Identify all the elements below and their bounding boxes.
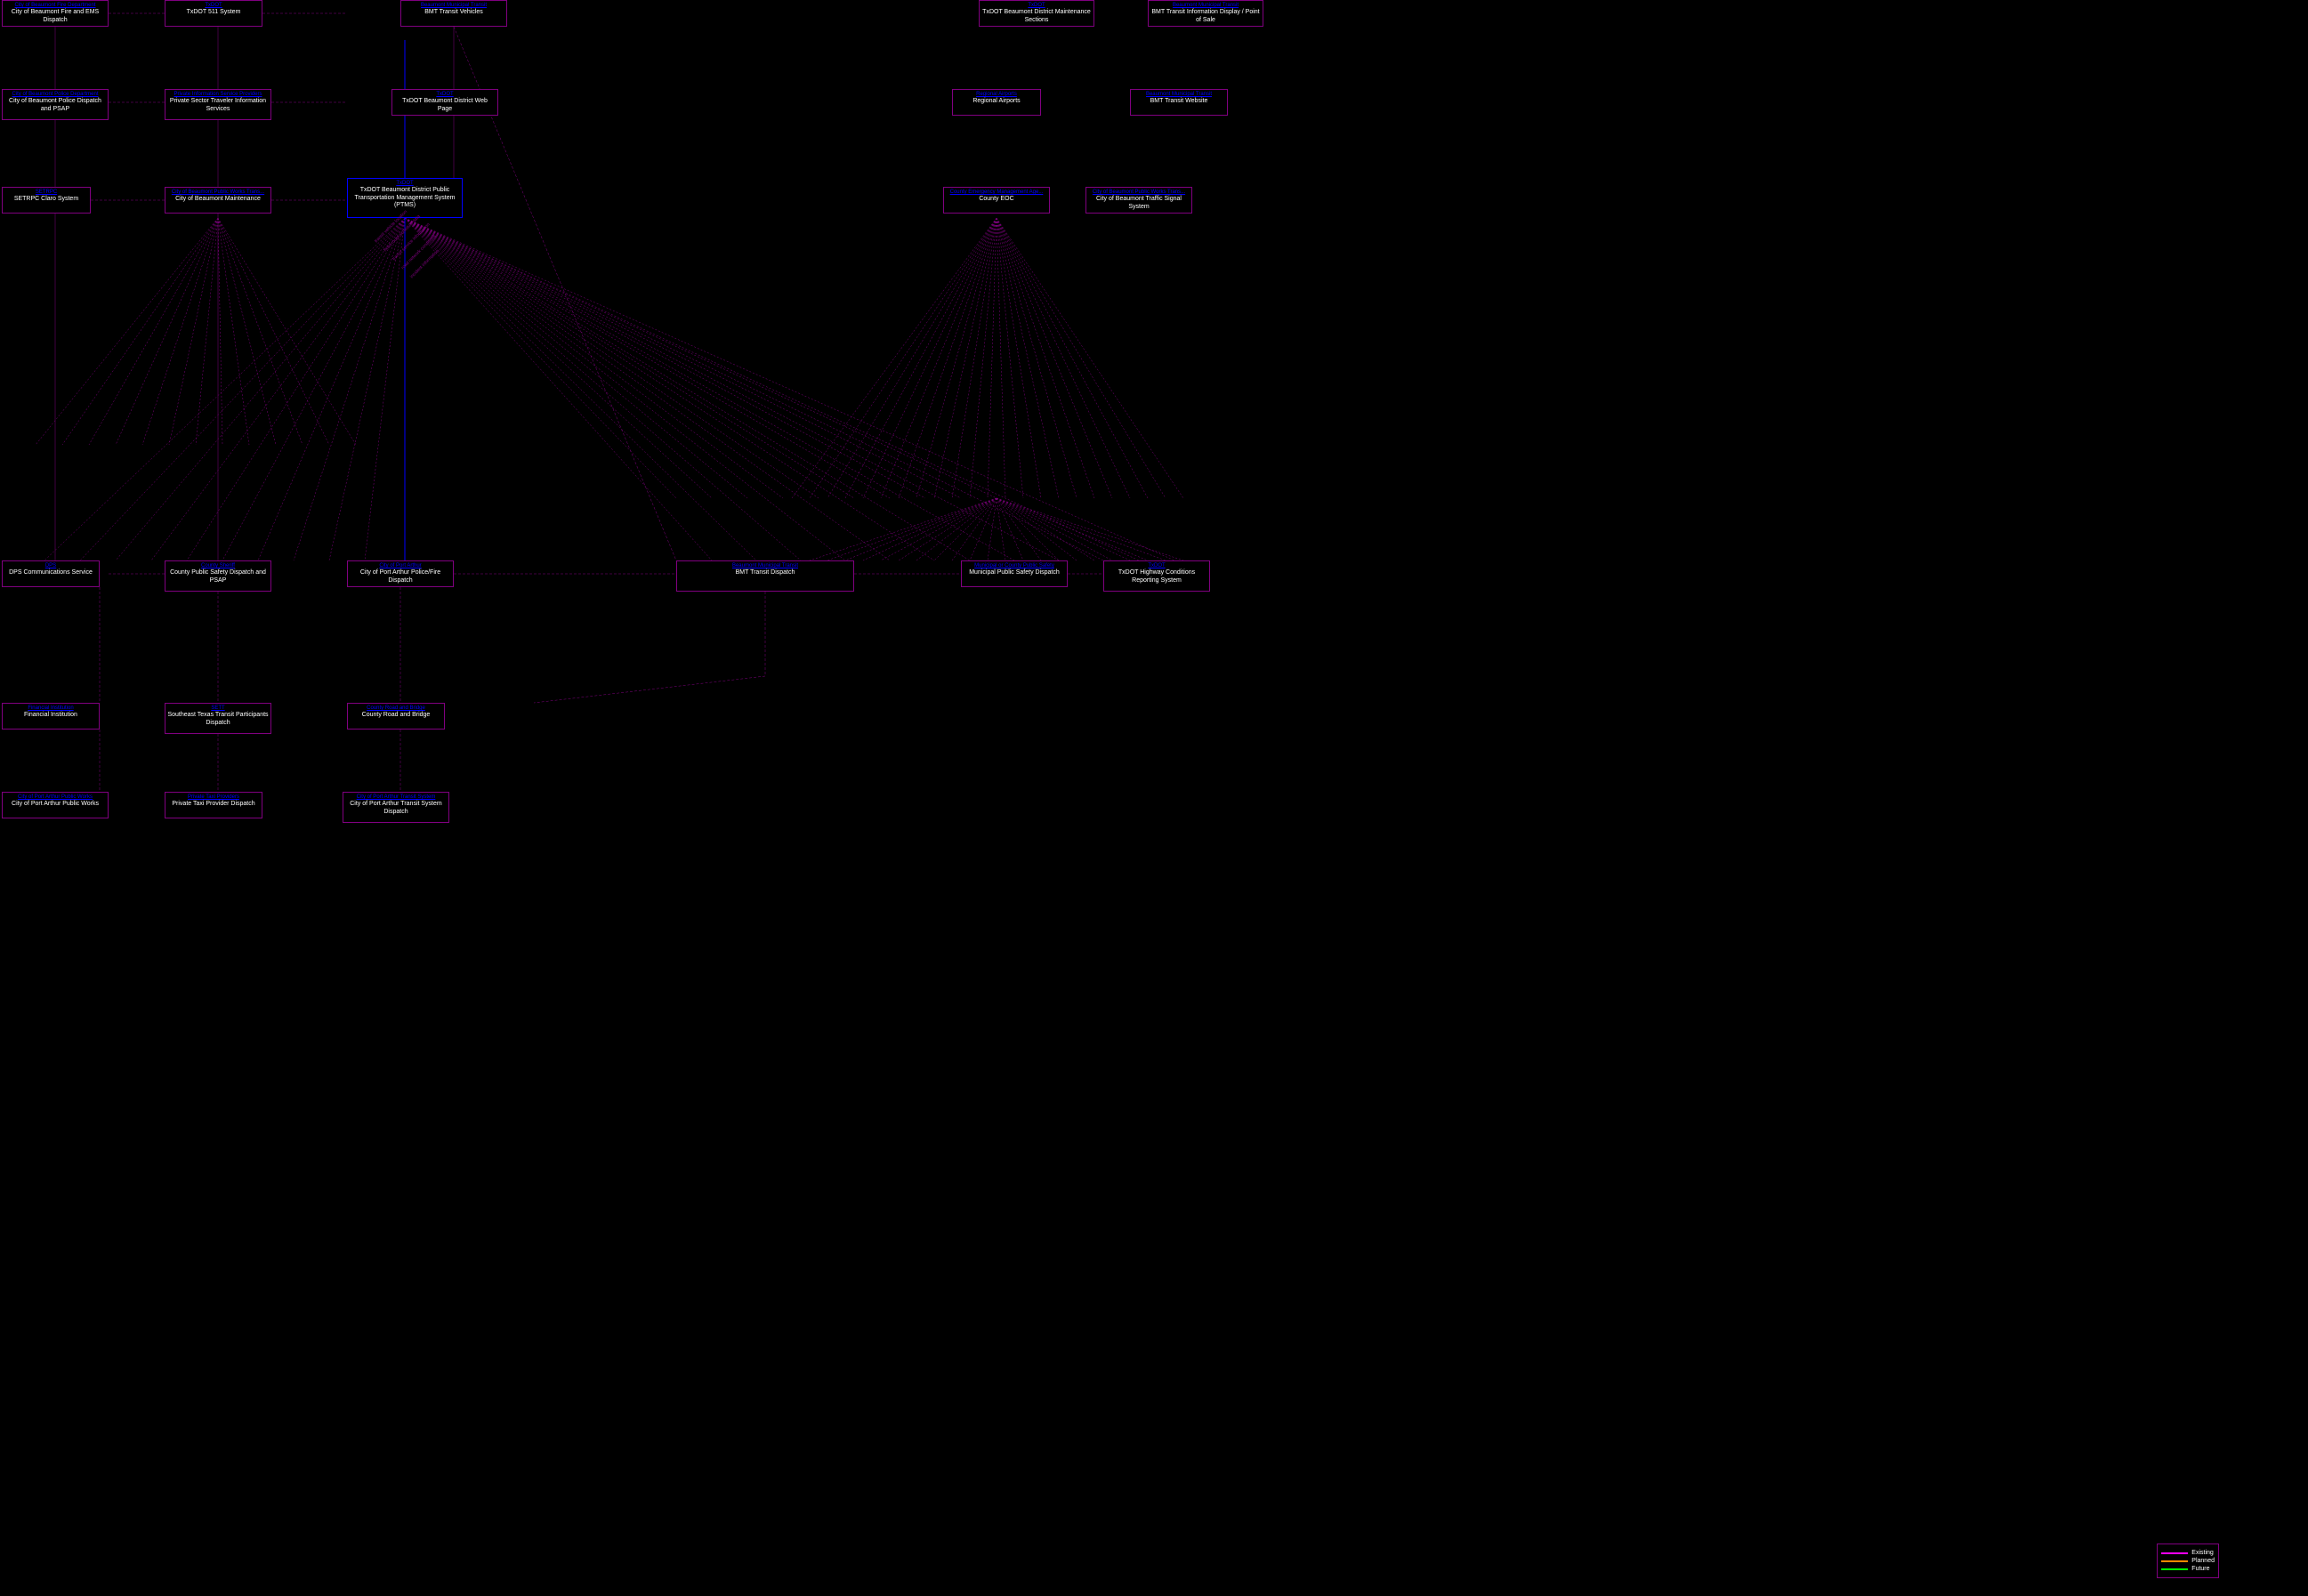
node-pa-dispatch: City of Port Arthur City of Port Arthur … — [347, 560, 454, 587]
node-setrpc: SETRPC SETRPC Claro System — [2, 187, 91, 214]
legend: Existing Planned Future — [2157, 1544, 2219, 1578]
org-label-dps[interactable]: DPS — [4, 563, 97, 569]
legend-item-future: Future — [2161, 1566, 2215, 1572]
node-beaumont-maint: City of Beaumont Public Works Trans... C… — [165, 187, 271, 214]
sys-label-txdot-m: TxDOT Beaumont District Maintenance Sect… — [981, 9, 1092, 24]
node-county-eoc: County Emergency Management Age... Count… — [943, 187, 1050, 214]
sys-label-setrpc: SETRPC Claro System — [4, 196, 88, 203]
node-bmt-vehicles: Beaumont Municipal Transit BMT Transit V… — [400, 0, 507, 27]
node-traffic-signal: City of Beaumont Public Works Trans... C… — [1085, 187, 1192, 214]
sys-label-ptms: TxDOT Beaumont District Public Transport… — [350, 187, 460, 209]
diagram-container: City of Beaumont Fire Department City of… — [0, 0, 2308, 1596]
node-muni-safety: Municipal or County Public Safety Munici… — [961, 560, 1068, 587]
sys-label-bmt-d: BMT Transit Information Display / Point … — [1150, 9, 1261, 24]
node-fire-dept: City of Beaumont Fire Department City of… — [2, 0, 109, 27]
sys-label-eoc: County EOC — [946, 196, 1047, 203]
legend-line-future — [2161, 1568, 2188, 1570]
sys-label-sett: Southeast Texas Transit Participants Dis… — [167, 712, 269, 727]
node-txdot-maint: TxDOT TxDOT Beaumont District Maintenanc… — [979, 0, 1094, 27]
org-label-ptms[interactable]: TxDOT — [350, 181, 460, 187]
org-label-papw[interactable]: City of Port Arthur Public Works — [4, 794, 106, 801]
node-txdot-511: TxDOT TxDOT 511 System — [165, 0, 262, 27]
node-police: City of Beaumont Police Department City … — [2, 89, 109, 120]
sys-label-papw: City of Port Arthur Public Works — [4, 801, 106, 808]
org-label-511[interactable]: TxDOT — [167, 3, 260, 9]
org-label-setrpc[interactable]: SETRPC — [4, 189, 88, 196]
org-label-bmt-v[interactable]: Beaumont Municipal Transit — [403, 3, 504, 9]
legend-label-planned: Planned — [2191, 1558, 2215, 1564]
sys-label-bmt-disp: BMT Transit Dispatch — [679, 569, 851, 576]
org-label-sett[interactable]: SETT — [167, 705, 269, 712]
node-county-road: County Road and Bridge County Road and B… — [347, 703, 445, 729]
legend-label-existing: Existing — [2191, 1550, 2214, 1556]
org-label-eoc[interactable]: County Emergency Management Age... — [946, 189, 1047, 196]
node-bmt-display: Beaumont Municipal Transit BMT Transit I… — [1148, 0, 1263, 27]
sys-label-muni: Municipal Public Safety Dispatch — [964, 569, 1065, 576]
org-label-airports[interactable]: Regional Airports — [955, 92, 1038, 98]
sys-label-police: City of Beaumont Police Dispatch and PSA… — [4, 98, 106, 113]
sys-label-pa-transit: City of Port Arthur Transit System Dispa… — [345, 801, 447, 816]
legend-item-planned: Planned — [2161, 1558, 2215, 1564]
node-airports: Regional Airports Regional Airports — [952, 89, 1041, 116]
sys-label-txdot-w: TxDOT Beaumont District Web Page — [394, 98, 496, 113]
sys-label-bmt-ws: BMT Transit Website — [1133, 98, 1225, 105]
sys-label-private: Private Sector Traveler Information Serv… — [167, 98, 269, 113]
sys-label-511: TxDOT 511 System — [167, 9, 260, 16]
node-txdot-hcrs: TxDOT TxDOT Highway Conditions Reporting… — [1103, 560, 1210, 592]
legend-line-existing — [2161, 1552, 2188, 1554]
sys-label-fire: City of Beaumont Fire and EMS Dispatch — [4, 9, 106, 24]
org-label-bmt-ws[interactable]: Beaumont Municipal Transit — [1133, 92, 1225, 98]
org-label-muni[interactable]: Municipal or County Public Safety — [964, 563, 1065, 569]
sys-label-sheriff: County Public Safety Dispatch and PSAP — [167, 569, 269, 584]
node-pa-public-works: City of Port Arthur Public Works City of… — [2, 792, 109, 818]
org-label-traffic[interactable]: City of Beaumont Public Works Trans... — [1088, 189, 1190, 196]
sys-label-dps: DPS Communications Service — [4, 569, 97, 576]
org-label-pa-transit[interactable]: City of Port Arthur Transit System — [345, 794, 447, 801]
sys-label-bmaint: City of Beaumont Maintenance — [167, 196, 269, 203]
node-taxi: Private Taxi Providers Private Taxi Prov… — [165, 792, 262, 818]
sys-label-fin: Financial Institution — [4, 712, 97, 719]
legend-line-planned — [2161, 1560, 2188, 1562]
org-label-private[interactable]: Private Information Service Providers — [167, 92, 269, 98]
sys-label-airports: Regional Airports — [955, 98, 1038, 105]
node-financial: Financial Institution Financial Institut… — [2, 703, 100, 729]
sys-label-traffic: City of Beaumont Traffic Signal System — [1088, 196, 1190, 211]
node-private-info: Private Information Service Providers Pr… — [165, 89, 271, 120]
legend-item-existing: Existing — [2161, 1550, 2215, 1556]
sys-label-hcrs: TxDOT Highway Conditions Reporting Syste… — [1106, 569, 1207, 584]
node-sheriff: County Sheriff County Public Safety Disp… — [165, 560, 271, 592]
node-txdot-web: TxDOT TxDOT Beaumont District Web Page — [391, 89, 498, 116]
sys-label-cr: County Road and Bridge — [350, 712, 442, 719]
org-label-txdot-m[interactable]: TxDOT — [981, 3, 1092, 9]
node-bmt-website: Beaumont Municipal Transit BMT Transit W… — [1130, 89, 1228, 116]
org-label-txdot-w[interactable]: TxDOT — [394, 92, 496, 98]
sys-label-pa-d: City of Port Arthur Police/Fire Dispatch — [350, 569, 451, 584]
org-label-cr[interactable]: County Road and Bridge — [350, 705, 442, 712]
org-label-bmt-d[interactable]: Beaumont Municipal Transit — [1150, 3, 1261, 9]
org-label-sheriff[interactable]: County Sheriff — [167, 563, 269, 569]
org-label-hcrs[interactable]: TxDOT — [1106, 563, 1207, 569]
node-pa-transit: City of Port Arthur Transit System City … — [343, 792, 449, 823]
node-dps: DPS DPS Communications Service — [2, 560, 100, 587]
org-label-bmaint[interactable]: City of Beaumont Public Works Trans... — [167, 189, 269, 196]
sys-label-bmt-v: BMT Transit Vehicles — [403, 9, 504, 16]
node-bmt-dispatch: Beaumont Municipal Transit BMT Transit D… — [676, 560, 854, 592]
org-label-fin[interactable]: Financial Institution — [4, 705, 97, 712]
org-label-pa-d[interactable]: City of Port Arthur — [350, 563, 451, 569]
org-label-taxi[interactable]: Private Taxi Providers — [167, 794, 260, 801]
sys-label-taxi: Private Taxi Provider Dispatch — [167, 801, 260, 808]
org-label-bmt-disp[interactable]: Beaumont Municipal Transit — [679, 563, 851, 569]
org-label-police[interactable]: City of Beaumont Police Department — [4, 92, 106, 98]
legend-label-future: Future — [2191, 1566, 2209, 1572]
node-sett: SETT Southeast Texas Transit Participant… — [165, 703, 271, 734]
org-label-fire[interactable]: City of Beaumont Fire Department — [4, 3, 106, 9]
